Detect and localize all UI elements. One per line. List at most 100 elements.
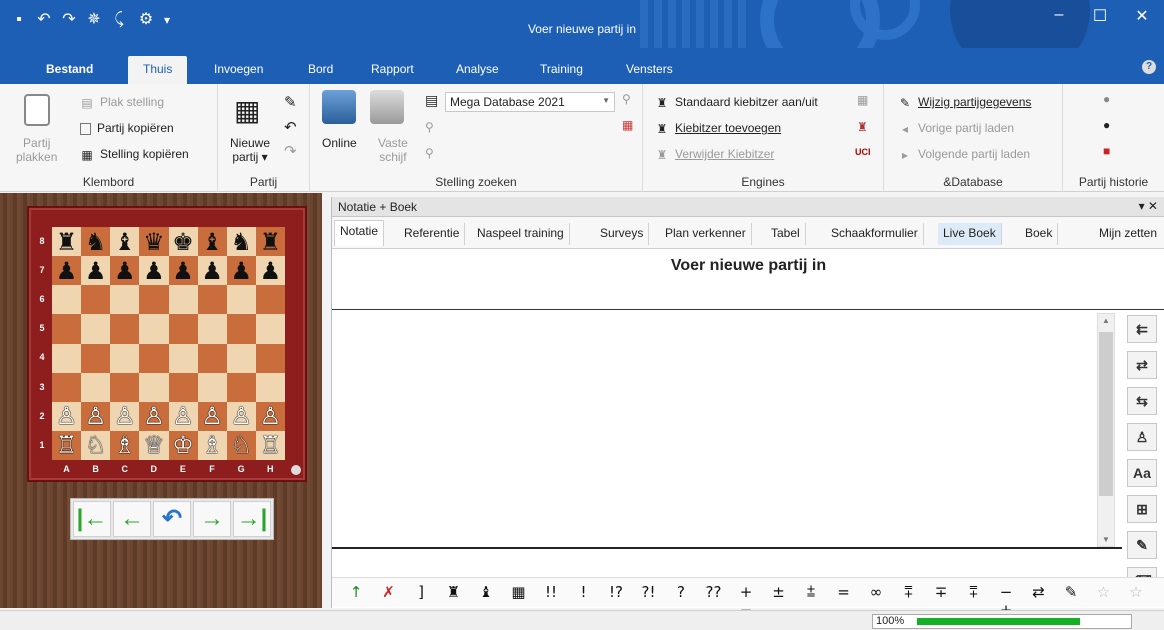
chess-piece[interactable]: ♔	[172, 433, 194, 457]
add-kibitzer-button[interactable]: ♜ Kiebitzer toevoegen	[655, 121, 781, 136]
board-square[interactable]: ♖	[52, 430, 82, 460]
annotation-symbol-button[interactable]: !!	[539, 583, 563, 601]
board-square[interactable]: ♟	[255, 256, 285, 286]
chess-piece[interactable]: ♙	[231, 404, 253, 428]
board-square[interactable]	[52, 314, 82, 344]
board-square[interactable]: ♙	[197, 401, 227, 431]
copy-game-button[interactable]: Partij kopiëren	[80, 121, 174, 135]
board-square[interactable]	[139, 343, 169, 373]
previous-move-button[interactable]: ←	[113, 501, 151, 537]
tab-boek[interactable]: Boek	[1020, 223, 1059, 245]
notation-scrollbar[interactable]: ▲ ▼	[1097, 313, 1115, 547]
tab-thuis[interactable]: Thuis	[128, 56, 188, 84]
chess-board[interactable]: ♜ ♞ ♝ ♛ ♚ ♝ ♞ ♜ ♟ ♟ ♟ ♟ ♟ ♟ ♟ ♟ ♙ ♙ ♙ ♙ ♙ ♙ ♙ ♙ ♖ ♘ ♗ ♕ ♔ ♗ ♘ ♖	[52, 227, 285, 460]
annotation-symbol-button[interactable]: ⩲	[799, 583, 823, 601]
redo-icon[interactable]: ↷	[284, 142, 297, 160]
minimize-button[interactable]: ‒	[1044, 6, 1074, 24]
scroll-down-icon[interactable]: ▼	[1102, 535, 1110, 544]
board-square[interactable]	[197, 314, 227, 344]
board-square[interactable]: ♗	[110, 430, 140, 460]
board-square[interactable]	[52, 285, 82, 315]
tab-naspeel-training[interactable]: Naspeel training	[472, 223, 570, 245]
chess-piece[interactable]: ♜	[260, 230, 282, 254]
board-square[interactable]: ♝	[110, 227, 140, 257]
chess-piece[interactable]: ♟	[114, 259, 136, 283]
scroll-thumb[interactable]	[1099, 332, 1113, 496]
annotation-symbol-button[interactable]: ±	[767, 583, 791, 601]
help-icon[interactable]: ?	[1142, 60, 1156, 74]
chess-piece[interactable]: ♖	[56, 433, 78, 457]
chess-piece[interactable]: ♚	[172, 230, 194, 254]
board-square[interactable]: ♝	[197, 227, 227, 257]
annotation-symbol-button[interactable]: ⩱	[962, 583, 986, 601]
board-square[interactable]: ♙	[52, 401, 82, 431]
board-square[interactable]	[226, 285, 256, 315]
engine-manage-icon[interactable]: ▦	[857, 93, 868, 107]
board-square[interactable]	[255, 372, 285, 402]
board-square[interactable]: ♘	[81, 430, 111, 460]
chess-piece[interactable]: ♞	[85, 230, 107, 254]
board-square[interactable]: ♜	[255, 227, 285, 257]
annotation-symbol-button[interactable]: ♝	[474, 583, 498, 601]
board-square[interactable]: ♟	[197, 256, 227, 286]
chess-piece[interactable]: ♟	[231, 259, 253, 283]
next-move-button[interactable]: →	[193, 501, 231, 537]
board-square[interactable]: ♟	[226, 256, 256, 286]
annotation-symbol-button[interactable]: ↑	[344, 583, 368, 601]
board-square[interactable]	[197, 285, 227, 315]
board-square[interactable]: ♙	[139, 401, 169, 431]
board-square[interactable]: ♟	[168, 256, 198, 286]
annotation-symbol-button[interactable]: ∓	[929, 583, 953, 601]
board-square[interactable]	[255, 285, 285, 315]
chess-piece[interactable]: ♙	[85, 404, 107, 428]
paste-position-button[interactable]: ▤ Plak stelling	[80, 95, 164, 110]
board-square[interactable]	[52, 343, 82, 373]
board-square[interactable]	[226, 343, 256, 373]
chess-piece[interactable]: ♟	[201, 259, 223, 283]
board-square[interactable]: ♚	[168, 227, 198, 257]
board-icon[interactable]: ▦	[234, 94, 268, 128]
annotation-symbol-button[interactable]: =	[832, 583, 856, 601]
history-forward-icon[interactable]: ●	[1103, 118, 1110, 132]
annotation-symbol-button[interactable]: !?	[604, 583, 628, 601]
chess-piece[interactable]: ♗	[114, 433, 136, 457]
maximize-button[interactable]: ☐	[1085, 6, 1115, 26]
board-square[interactable]: ♗	[197, 430, 227, 460]
annotation-symbol-button[interactable]: ∞	[864, 583, 888, 601]
chess-piece[interactable]: ♟	[56, 259, 78, 283]
side-tool-button[interactable]: ⊞	[1127, 495, 1157, 523]
tab-bestand[interactable]: Bestand	[46, 62, 93, 76]
board-square[interactable]	[255, 314, 285, 344]
board-square[interactable]	[81, 285, 111, 315]
annotation-symbol-button[interactable]: ☆	[1092, 583, 1116, 601]
tab-training[interactable]: Training	[540, 62, 583, 76]
annotation-symbol-button[interactable]: ♜	[442, 583, 466, 601]
chess-piece[interactable]: ♖	[260, 433, 282, 457]
edit-icon[interactable]: ✎	[284, 93, 297, 111]
tab-schaakformulier[interactable]: Schaakformulier	[826, 223, 924, 245]
chess-piece[interactable]: ♘	[231, 433, 253, 457]
board-square[interactable]: ♜	[52, 227, 82, 257]
chess-piece[interactable]: ♙	[56, 404, 78, 428]
annotation-symbol-button[interactable]: ?!	[637, 583, 661, 601]
board-square[interactable]: ♟	[110, 256, 140, 286]
copy-position-button[interactable]: ▦ Stelling kopiëren	[80, 147, 188, 162]
annotation-symbol-button[interactable]: ✎	[1059, 583, 1083, 601]
engine-install-icon[interactable]: ♜	[857, 120, 868, 134]
board-square[interactable]: ♖	[255, 430, 285, 460]
side-tool-button[interactable]: ✎	[1127, 531, 1157, 559]
board-square[interactable]	[139, 372, 169, 402]
new-game-button[interactable]: Nieuwe partij ▾	[230, 136, 270, 164]
board-square[interactable]	[110, 285, 140, 315]
panel-controls[interactable]: ▾ ✕	[1139, 199, 1158, 213]
annotation-symbol-button[interactable]: ??	[702, 583, 726, 601]
tab-surveys[interactable]: Surveys	[595, 223, 650, 245]
paste-icon[interactable]	[24, 94, 50, 126]
board-square[interactable]: ♙	[81, 401, 111, 431]
board-square[interactable]	[139, 314, 169, 344]
history-back-icon[interactable]: ●	[1103, 92, 1110, 106]
chess-piece[interactable]: ♗	[201, 433, 223, 457]
chess-piece[interactable]: ♕	[143, 433, 165, 457]
chess-piece[interactable]: ♙	[143, 404, 165, 428]
uci-icon[interactable]: UCI	[855, 147, 871, 157]
